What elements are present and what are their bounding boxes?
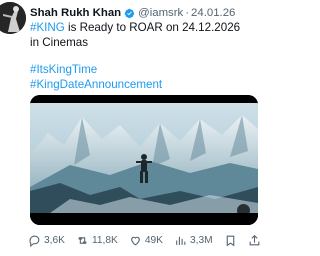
verified-badge-icon [124, 8, 135, 18]
views-button[interactable]: 3,3M [174, 234, 213, 247]
hashtag-itskingtime[interactable]: #ItsKingTime [30, 63, 97, 76]
author-handle[interactable]: @iamsrk [138, 5, 183, 21]
like-button[interactable]: 49K [129, 234, 163, 247]
tweet-card[interactable]: Shah Rukh Khan @iamsrk · 24.01.26 #KING … [0, 0, 260, 256]
reply-button[interactable]: 3,6K [28, 234, 65, 247]
header-separator: · [185, 7, 190, 19]
share-icon [249, 234, 260, 245]
repost-icon [78, 236, 87, 244]
tweet-header: Shah Rukh Khan @iamsrk · 24.01.26 [30, 5, 256, 21]
bookmark-icon [226, 235, 234, 246]
repost-button[interactable]: 11,8K [76, 234, 118, 247]
like-icon [131, 236, 140, 245]
reply-icon [29, 235, 40, 247]
repost-count: 11,8K [91, 234, 118, 246]
hashtag-kingdateannouncement[interactable]: #KingDateAnnouncement [30, 78, 162, 91]
video-thumbnail [30, 95, 258, 225]
tweet-video[interactable] [30, 95, 258, 225]
views-icon [176, 236, 186, 245]
tweet-body: #KING is Ready to ROAR on 24.12.2026 in … [30, 20, 252, 92]
author-name[interactable]: Shah Rukh Khan [30, 5, 121, 21]
views-count: 3,3M [189, 234, 213, 246]
like-count: 49K [144, 234, 163, 246]
hashtag-king[interactable]: #KING [30, 21, 65, 34]
reply-count: 3,6K [44, 234, 65, 246]
tweet-text-line: #KING is Ready to ROAR on 24.12.2026 in … [30, 20, 252, 50]
tweet-actions: 3,6K 11,8K 49K 3,3M [28, 232, 260, 248]
avatar-image [0, 2, 26, 34]
tweet-date[interactable]: 24.01.26 [191, 5, 235, 21]
share-button[interactable] [248, 234, 264, 247]
avatar[interactable] [0, 2, 26, 34]
bookmark-button[interactable] [224, 234, 240, 247]
video-mute-button[interactable] [237, 204, 250, 217]
